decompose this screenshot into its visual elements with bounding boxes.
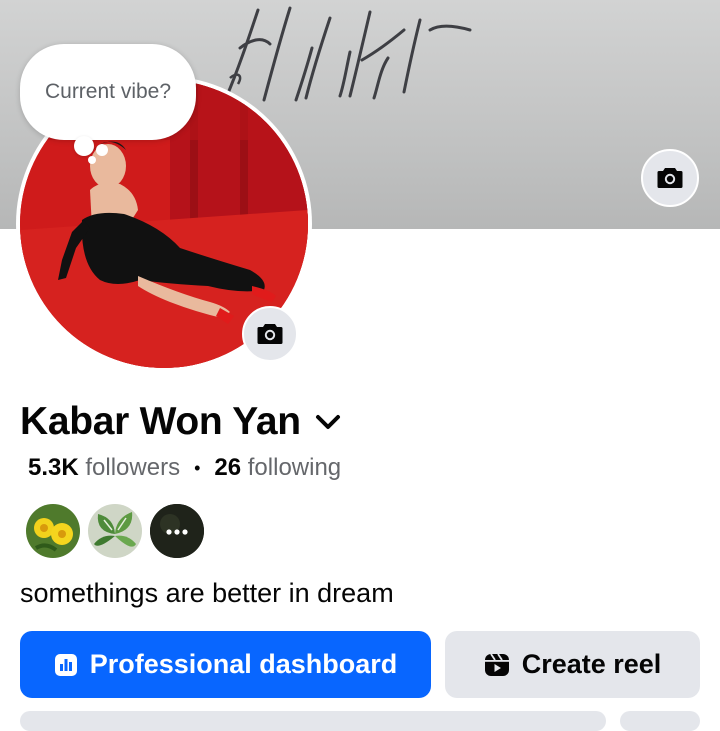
- friend-avatar-1[interactable]: [26, 504, 80, 558]
- stats-separator: •: [194, 457, 201, 478]
- camera-icon: [257, 324, 283, 344]
- edit-profile-button[interactable]: [20, 711, 606, 731]
- green-plant-photo: [88, 504, 142, 558]
- profile-switcher[interactable]: Kabar Won Yan: [20, 400, 343, 444]
- followers-link[interactable]: 5.3K followers: [28, 454, 180, 482]
- yellow-flower-photo: [26, 504, 80, 558]
- professional-dashboard-label: Professional dashboard: [89, 649, 398, 679]
- friend-avatar-2[interactable]: [88, 504, 142, 558]
- following-link[interactable]: 26 following: [214, 454, 341, 482]
- vibe-bubble-tail-small: [88, 156, 96, 164]
- vibe-bubble-tail: [74, 136, 94, 156]
- dashboard-icon: [54, 653, 78, 677]
- camera-icon: [657, 168, 683, 188]
- followers-label: followers: [85, 454, 181, 481]
- following-label: following: [247, 454, 342, 481]
- profile-bio: somethings are better in dream: [20, 578, 394, 608]
- create-reel-button[interactable]: Create reel: [445, 631, 700, 698]
- current-vibe-text: Current vibe?: [44, 80, 172, 103]
- professional-dashboard-button[interactable]: Professional dashboard: [20, 631, 431, 698]
- edit-cover-photo-button[interactable]: [641, 149, 699, 207]
- create-reel-label: Create reel: [521, 649, 662, 679]
- follow-stats: 5.3K followers • 26 following: [28, 454, 341, 482]
- more-icon: [150, 504, 204, 558]
- profile-name: Kabar Won Yan: [20, 400, 301, 443]
- current-vibe-bubble[interactable]: Current vibe?: [20, 44, 196, 140]
- edit-profile-picture-button[interactable]: [242, 306, 298, 362]
- more-friends-button[interactable]: [150, 504, 204, 558]
- reel-icon: [484, 653, 510, 677]
- more-options-button[interactable]: [620, 711, 700, 731]
- followers-count: 5.3K: [28, 454, 79, 481]
- following-count: 26: [214, 454, 242, 481]
- friends-preview: [26, 504, 204, 558]
- chevron-down-icon: [315, 408, 343, 436]
